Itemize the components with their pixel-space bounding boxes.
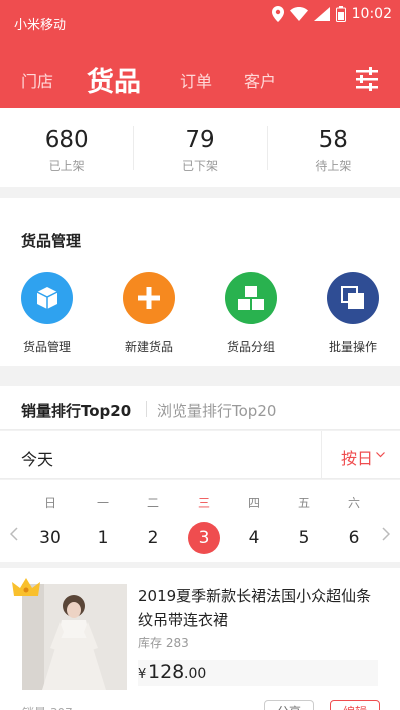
date-number: 30 <box>39 528 61 548</box>
product-card[interactable]: 2019夏季新款长裙法国小众超仙条纹吊带连衣裙 库存 283 ¥ 128 .00… <box>0 568 400 710</box>
top-nav: 门店 货品 订单 客户 <box>0 58 400 98</box>
date-number: 4 <box>248 528 260 548</box>
weekday-label: 二 <box>146 496 159 510</box>
weekday-label: 四 <box>247 496 260 510</box>
period-mode-dropdown[interactable]: 按日 <box>321 431 400 479</box>
manage-label: 批量操作 <box>328 340 377 354</box>
stat-label: 已上架 <box>48 159 85 173</box>
location-icon <box>271 6 284 22</box>
weekday-label: 三 <box>197 496 210 510</box>
currency-symbol: ¥ <box>138 667 147 682</box>
price-decimal: .00 <box>184 666 207 682</box>
date-number: 3 <box>188 522 220 554</box>
sliders-icon[interactable] <box>354 66 380 92</box>
date-number: 5 <box>298 528 310 548</box>
cube-icon <box>21 272 73 324</box>
weekday-label: 日 <box>43 496 56 510</box>
tab-sales-ranking[interactable]: 销量排行Top20 <box>21 400 131 421</box>
section-title: 货品管理 <box>21 232 82 250</box>
sales-info: 销量 307 <box>22 704 73 710</box>
weekday-label: 五 <box>297 496 310 510</box>
ranking-tabs: 销量排行Top20 浏览量排行Top20 <box>0 386 400 430</box>
status-icons: 10:02 <box>271 6 392 22</box>
tab-views-ranking[interactable]: 浏览量排行Top20 <box>157 400 276 421</box>
manage-label: 新建货品 <box>124 340 173 354</box>
goods-management-button[interactable]: 货品管理 <box>7 272 87 355</box>
chevron-down-icon <box>376 452 385 458</box>
crown-icon <box>12 578 40 596</box>
copy-icon <box>327 272 379 324</box>
product-title[interactable]: 2019夏季新款长裙法国小众超仙条纹吊带连衣裙 <box>138 584 386 632</box>
price-row: ¥ 128 .00 <box>138 660 378 686</box>
stats-panel: 680 已上架 79 已下架 58 待上架 <box>0 108 400 187</box>
weekday-label: 六 <box>347 496 360 510</box>
manage-label: 货品管理 <box>22 340 71 354</box>
tab-orders[interactable]: 订单 <box>180 68 212 92</box>
date-filter-row: 今天 按日 <box>0 431 400 479</box>
goods-management-panel: 货品管理 货品管理 新建货品 货品分组 批量操作 <box>0 198 400 366</box>
goods-group-button[interactable]: 货品分组 <box>211 272 291 355</box>
stock-value: 283 <box>165 636 189 650</box>
edit-button[interactable]: 编辑 <box>330 700 380 710</box>
new-goods-button[interactable]: 新建货品 <box>109 272 189 355</box>
stat-label: 待上架 <box>315 159 352 173</box>
app-header: 小米移动 10:02 门店 货品 订单 客户 <box>0 0 400 108</box>
date-number: 2 <box>147 528 159 548</box>
week-calendar: 日 30 一 1 二 2 三 3 四 4 五 5 六 6 <box>0 480 400 562</box>
tab-store[interactable]: 门店 <box>21 68 53 92</box>
carrier-name: 小米移动 <box>14 18 67 33</box>
date-number: 1 <box>97 528 109 548</box>
period-mode-label: 按日 <box>341 449 374 468</box>
stock-label: 库存 <box>138 636 163 650</box>
chevron-left-icon[interactable] <box>10 527 18 541</box>
status-bar: 小米移动 10:02 <box>0 0 400 42</box>
clock: 10:02 <box>351 6 392 22</box>
weekday-label: 一 <box>96 496 109 510</box>
stock-info: 库存 283 <box>138 634 189 651</box>
battery-icon <box>335 6 346 22</box>
signal-icon <box>313 7 330 21</box>
tab-divider <box>146 401 147 417</box>
price-integer: 128 <box>148 661 185 683</box>
stat-value: 680 <box>44 127 89 153</box>
sales-value: 307 <box>50 706 73 710</box>
date-number: 6 <box>348 528 360 548</box>
plus-icon <box>123 272 175 324</box>
wifi-icon <box>289 7 308 21</box>
sales-label: 销量 <box>22 706 46 710</box>
stat-delisted[interactable]: 79 已下架 <box>133 108 266 187</box>
batch-operation-button[interactable]: 批量操作 <box>313 272 393 355</box>
manage-label: 货品分组 <box>226 340 275 354</box>
cubes-group-icon <box>225 272 277 324</box>
stat-pending[interactable]: 58 待上架 <box>266 108 400 187</box>
selected-period: 今天 <box>21 450 54 469</box>
stat-value: 79 <box>185 127 215 153</box>
stat-value: 58 <box>318 127 348 153</box>
stat-listed[interactable]: 680 已上架 <box>0 108 133 187</box>
share-button[interactable]: 分享 <box>264 700 314 710</box>
tab-goods[interactable]: 货品 <box>87 60 141 99</box>
tab-customers[interactable]: 客户 <box>244 68 276 92</box>
stat-label: 已下架 <box>181 159 218 173</box>
chevron-right-icon[interactable] <box>382 527 390 541</box>
